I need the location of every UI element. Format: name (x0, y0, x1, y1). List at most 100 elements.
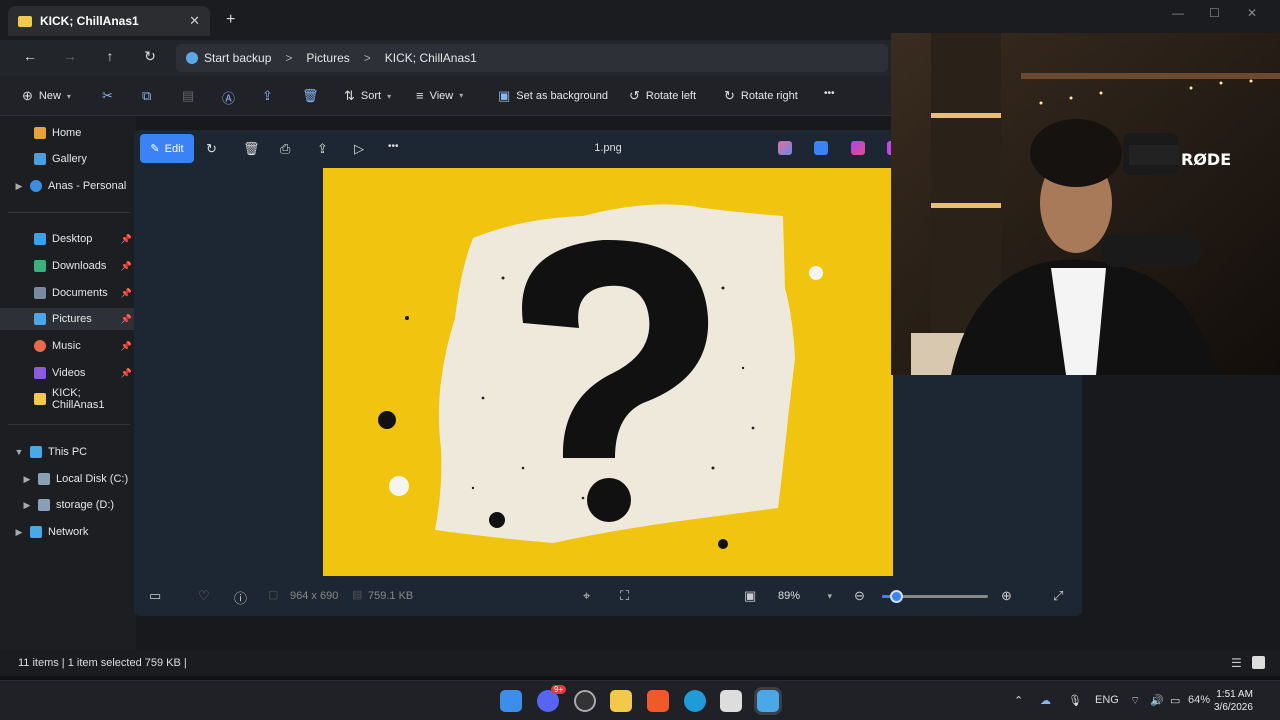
zoom-level-value: 89% (778, 590, 801, 602)
volume-icon[interactable]: 🔊 (1150, 694, 1164, 707)
edit-button[interactable]: ✎ Edit (140, 134, 194, 163)
zoom-out-icon[interactable]: ⊖ (854, 588, 865, 604)
sidebar-item-documents[interactable]: Documents 📌 (0, 282, 136, 304)
sidebar-item-local-disk-c[interactable]: ▶ Local Disk (C:) (0, 468, 136, 490)
rename-button[interactable]: Ⓐ (222, 88, 235, 107)
new-button[interactable]: ⊕ New ▾ (22, 88, 71, 104)
minimize-button[interactable]: — (1172, 6, 1184, 20)
photos-app-icon[interactable] (757, 690, 779, 712)
text-extract-icon[interactable]: ⛶ (620, 588, 629, 604)
zoom-slider-thumb[interactable] (889, 590, 903, 603)
fullscreen-icon[interactable]: ⤢ (1053, 588, 1063, 604)
obs-icon[interactable] (574, 690, 596, 712)
trash-icon[interactable]: 🗑 (243, 141, 260, 157)
sidebar-item-label: KICK; ChillAnas1 (51, 387, 105, 411)
chevron-down-icon[interactable]: ▼ (14, 447, 24, 457)
tab-close-icon[interactable]: ✕ (189, 13, 200, 29)
edge-browser-icon[interactable] (684, 690, 706, 712)
folder-icon (18, 15, 32, 27)
battery-icon[interactable]: ▭ (1170, 694, 1180, 707)
home-icon (34, 127, 46, 139)
wifi-icon[interactable]: ⌔ (1130, 694, 1140, 708)
breadcrumb-pictures[interactable]: Pictures (306, 51, 349, 65)
tab-kick-chillanas1[interactable]: KICK; ChillAnas1 ✕ (8, 6, 210, 36)
language-indicator[interactable]: ENG (1095, 694, 1119, 706)
taskbar: 9+ ⌃ ☁ 🎙 ENG ⌔ 🔊 ▭ 64% 1:51 AM 3/6/2026 (0, 680, 1280, 720)
sidebar-item-gallery[interactable]: Gallery (0, 148, 136, 170)
background-icon: ▣ (498, 88, 511, 103)
sidebar-item-label: Desktop (52, 233, 93, 245)
designer-icon[interactable] (814, 141, 828, 155)
chevron-right-icon[interactable]: ▶ (22, 500, 32, 511)
microphone-icon[interactable]: 🎙 (1068, 694, 1082, 707)
sidebar-item-label: Gallery (52, 153, 87, 165)
forward-arrow-icon[interactable]: → (60, 48, 80, 64)
close-window-button[interactable]: ✕ (1247, 6, 1257, 20)
sidebar-item-pictures[interactable]: Pictures 📌 (0, 308, 136, 330)
sidebar-item-storage-d[interactable]: ▶ storage (D:) (0, 494, 136, 516)
sidebar-item-home[interactable]: Home (0, 122, 136, 144)
up-arrow-icon[interactable]: ↑ (100, 48, 120, 64)
start-backup-button[interactable]: Start backup (186, 51, 271, 65)
filmstrip-icon[interactable]: ▭ (149, 588, 161, 604)
onedrive-icon[interactable]: ☁ (1040, 694, 1051, 707)
store-icon[interactable] (720, 690, 742, 712)
sidebar-item-music[interactable]: Music 📌 (0, 335, 136, 357)
folder-icon (34, 393, 46, 405)
breadcrumb-kick-folder[interactable]: KICK; ChillAnas1 (385, 51, 477, 65)
more-options-icon[interactable]: ••• (388, 141, 399, 152)
zoom-in-icon[interactable]: ⊕ (1001, 588, 1012, 604)
rotate-left-label: Rotate left (645, 90, 697, 102)
slideshow-icon[interactable]: ▷ (354, 141, 364, 157)
delete-button[interactable]: 🗑 (302, 88, 319, 104)
sidebar-item-onedrive[interactable]: ▶ Anas - Personal (0, 175, 136, 197)
visual-search-icon[interactable]: ⌖ (583, 588, 590, 604)
chevron-right-icon[interactable]: ▶ (14, 527, 24, 538)
explorer-status-bar: 11 items | 1 item selected 759 KB | ☰ (0, 650, 1280, 676)
maximize-button[interactable]: ☐ (1209, 6, 1220, 20)
set-background-button[interactable]: ▣ Set as background (498, 88, 608, 104)
clipchamp-icon[interactable] (851, 141, 865, 155)
sidebar-item-downloads[interactable]: Downloads 📌 (0, 255, 136, 277)
tiles-view-icon[interactable] (1252, 656, 1265, 669)
copilot-icon[interactable] (778, 141, 792, 155)
paste-button[interactable]: ▤ (182, 88, 194, 104)
windows-start-icon[interactable] (500, 690, 522, 712)
sidebar-item-label: Home (52, 127, 82, 139)
zoom-slider[interactable] (882, 590, 988, 603)
brave-browser-icon[interactable] (647, 690, 669, 712)
sidebar-item-videos[interactable]: Videos 📌 (0, 362, 136, 384)
cut-button[interactable]: ✂ (102, 88, 113, 104)
print-icon[interactable]: ⎙ (280, 141, 290, 157)
chevron-right-icon[interactable]: ▶ (22, 474, 32, 485)
rotate-icon[interactable]: ↻ (206, 141, 217, 157)
rotate-right-button[interactable]: ↻ Rotate right (724, 88, 798, 104)
battery-percent: 64% (1188, 694, 1211, 706)
info-icon[interactable]: ⓘ (234, 588, 247, 607)
share-icon[interactable]: ⇪ (317, 141, 328, 157)
back-arrow-icon[interactable]: ← (20, 48, 40, 64)
breadcrumb[interactable]: Start backup > Pictures > KICK; ChillAna… (176, 44, 888, 72)
refresh-icon[interactable]: ↻ (140, 48, 160, 65)
chevron-down-icon: ▾ (387, 91, 392, 101)
file-explorer-icon[interactable] (610, 690, 632, 712)
copy-button[interactable]: ⧉ (142, 88, 151, 104)
system-clock[interactable]: 1:51 AM 3/6/2026 (1214, 688, 1253, 714)
sidebar-item-network[interactable]: ▶ Network (0, 521, 136, 543)
sort-button[interactable]: ⇅ Sort ▾ (344, 88, 391, 104)
sidebar-item-kick-folder[interactable]: KICK; ChillAnas1 (0, 387, 136, 411)
view-button[interactable]: ≡ View ▾ (416, 88, 463, 103)
details-view-icon[interactable]: ☰ (1231, 656, 1242, 670)
chevron-right-icon[interactable]: ▶ (14, 181, 24, 192)
sidebar-item-this-pc[interactable]: ▼ This PC (0, 441, 136, 463)
rotate-left-button[interactable]: ↺ Rotate left (629, 88, 696, 104)
new-tab-button[interactable]: + (226, 11, 235, 29)
share-button[interactable]: ⇪ (262, 88, 273, 104)
favorite-heart-icon[interactable]: ♡ (198, 588, 210, 604)
chevron-up-icon[interactable]: ⌃ (1014, 694, 1023, 707)
edit-label: Edit (164, 142, 184, 155)
sidebar-item-desktop[interactable]: Desktop 📌 (0, 228, 136, 250)
zoom-level-dropdown[interactable]: 89% ▾ (772, 584, 838, 608)
more-options-button[interactable]: ••• (824, 88, 835, 99)
fit-to-window-icon[interactable]: ▣ (744, 588, 756, 604)
